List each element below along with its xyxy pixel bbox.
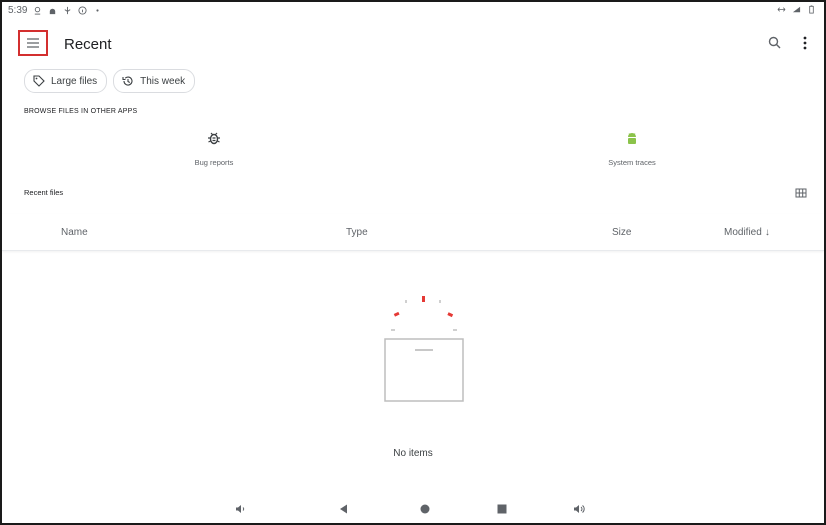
more-options-button[interactable] [796,34,814,52]
bug-icon [208,132,220,145]
info-icon [78,6,88,15]
column-modified[interactable]: Modified ↓ [724,227,770,238]
status-bar: 5:39 [2,2,824,20]
home-button[interactable] [418,502,432,516]
grid-view-icon [795,188,807,198]
back-button[interactable] [337,502,351,516]
column-type[interactable]: Type [346,227,368,238]
device-screen: 5:39 Recent Large files This week BROWSE… [0,0,826,525]
recent-files-heading: Recent files [24,188,64,197]
volume-up-button[interactable] [572,502,586,516]
hamburger-icon [27,38,39,48]
volume-down-icon [236,505,245,513]
usb-icon [65,6,71,15]
location-icon [35,6,41,15]
battery-icon [809,5,814,14]
android-status-icon [50,8,56,15]
back-triangle-icon [340,504,347,514]
browse-section-heading: BROWSE FILES IN OTHER APPS [24,108,138,115]
volume-up-icon [574,505,585,513]
menu-button[interactable] [18,30,48,56]
chip-large-files[interactable]: Large files [24,69,108,93]
overview-square-icon [497,504,507,514]
sort-arrow-icon: ↓ [764,227,770,238]
dot-icon [96,9,100,12]
android-icon [628,133,636,144]
column-size[interactable]: Size [612,227,631,238]
wifi-icon [792,6,801,13]
data-arrows-icon [777,7,786,12]
app-label: System traces [608,158,656,167]
grid-view-button[interactable] [794,186,808,200]
chip-this-week[interactable]: This week [113,69,196,93]
empty-state-text: No items [393,448,433,459]
status-left: 5:39 [8,5,102,16]
empty-state-illustration [384,296,464,402]
search-button[interactable] [766,34,784,52]
history-icon [122,76,133,86]
app-label: Bug reports [194,158,234,167]
status-time: 5:39 [8,5,28,16]
table-header: Name Type Size Modified ↓ [2,214,824,251]
home-circle-icon [420,504,430,514]
column-name[interactable]: Name [61,227,88,238]
navigation-bar [2,498,824,520]
search-icon [768,36,781,49]
more-vert-icon [803,36,807,50]
overview-button[interactable] [495,502,509,516]
volume-down-button[interactable] [233,502,247,516]
page-title: Recent [64,36,112,53]
tag-icon [33,75,45,87]
status-right [777,5,816,14]
chip-label: This week [140,75,186,87]
filter-chips: Large files This week [24,69,196,93]
app-bug-reports[interactable]: Bug reports [154,130,274,167]
column-modified-label: Modified [724,227,762,238]
app-bar: Recent [2,24,824,64]
app-system-traces[interactable]: System traces [572,130,692,167]
chip-label: Large files [51,75,98,87]
